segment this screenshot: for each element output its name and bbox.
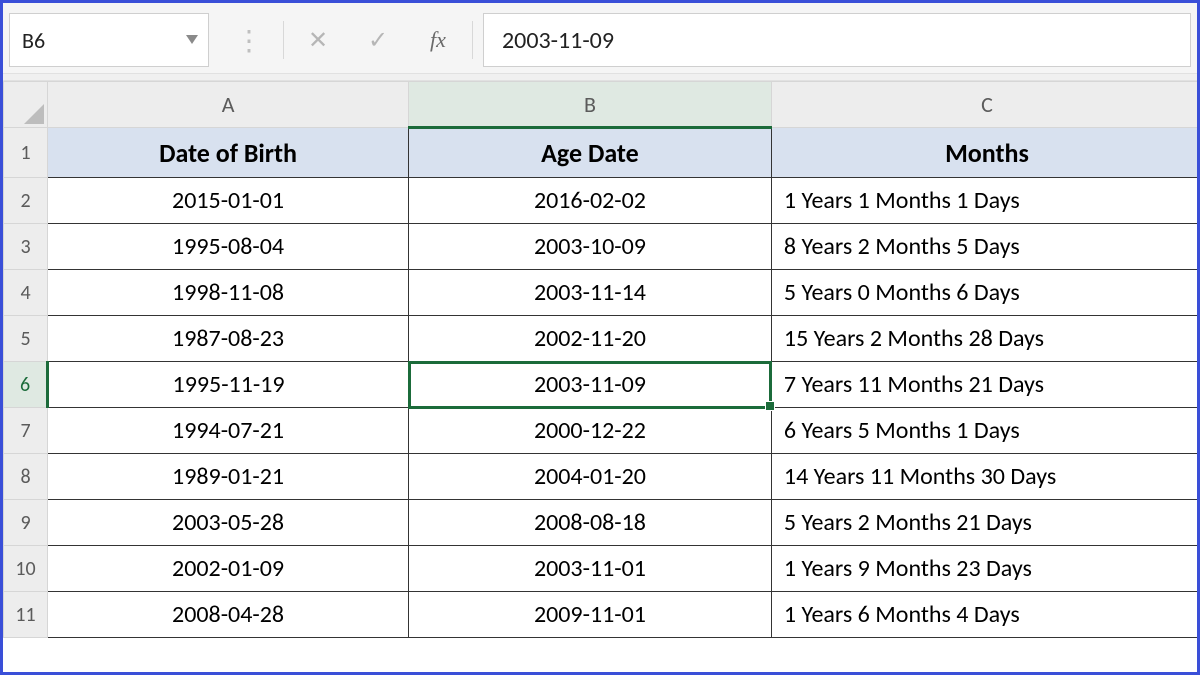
cell-A11[interactable]: 2008-04-28 xyxy=(48,592,409,638)
cell-B5[interactable]: 2002-11-20 xyxy=(409,316,772,362)
formula-bar-buttons: ⋮ ✕ ✓ fx xyxy=(219,13,477,67)
cell-B2[interactable]: 2016-02-02 xyxy=(409,178,772,224)
cell-A6[interactable]: 1995-11-19 xyxy=(48,362,409,408)
cell-A3[interactable]: 1995-08-04 xyxy=(48,224,409,270)
cell-B6[interactable]: 2003-11-09 xyxy=(409,362,772,408)
formula-input-value: 2003-11-09 xyxy=(502,26,614,55)
app-window: B6 ⋮ ✕ ✓ fx 2003-11-09 xyxy=(0,0,1200,675)
cell-C4[interactable]: 5 Years 0 Months 6 Days xyxy=(771,270,1197,316)
cell-C3[interactable]: 8 Years 2 Months 5 Days xyxy=(771,224,1197,270)
chevron-down-icon[interactable] xyxy=(186,35,198,45)
cell-C9[interactable]: 5 Years 2 Months 21 Days xyxy=(771,500,1197,546)
name-box-value: B6 xyxy=(22,27,45,54)
grid: A B C 1 Date of Birth Age Date Months 2 … xyxy=(3,81,1197,638)
cell-C10[interactable]: 1 Years 9 Months 23 Days xyxy=(771,546,1197,592)
cell-A7[interactable]: 1994-07-21 xyxy=(48,408,409,454)
col-header-C[interactable]: C xyxy=(771,82,1197,128)
cell-A4[interactable]: 1998-11-08 xyxy=(48,270,409,316)
cell-B11[interactable]: 2009-11-01 xyxy=(409,592,772,638)
divider xyxy=(3,73,1197,81)
cell-C7[interactable]: 6 Years 5 Months 1 Days xyxy=(771,408,1197,454)
header-cell-C1[interactable]: Months xyxy=(771,128,1197,178)
cell-A9[interactable]: 2003-05-28 xyxy=(48,500,409,546)
row-header-6[interactable]: 6 xyxy=(4,362,48,408)
name-box[interactable]: B6 xyxy=(9,13,209,67)
row-header-7[interactable]: 7 xyxy=(4,408,48,454)
col-header-A[interactable]: A xyxy=(48,82,409,128)
cell-A5[interactable]: 1987-08-23 xyxy=(48,316,409,362)
worksheet[interactable]: A B C 1 Date of Birth Age Date Months 2 … xyxy=(3,81,1197,672)
cell-C11[interactable]: 1 Years 6 Months 4 Days xyxy=(771,592,1197,638)
cell-B10[interactable]: 2003-11-01 xyxy=(409,546,772,592)
table-row: 3 1995-08-04 2003-10-09 8 Years 2 Months… xyxy=(4,224,1198,270)
row-header-2[interactable]: 2 xyxy=(4,178,48,224)
cancel-icon[interactable]: ✕ xyxy=(288,13,348,67)
cell-B8[interactable]: 2004-01-20 xyxy=(409,454,772,500)
col-header-B[interactable]: B xyxy=(409,82,772,128)
row-header-11[interactable]: 11 xyxy=(4,592,48,638)
row-header-8[interactable]: 8 xyxy=(4,454,48,500)
table-row: 1 Date of Birth Age Date Months xyxy=(4,128,1198,178)
more-icon[interactable]: ⋮ xyxy=(219,13,279,67)
formula-bar: B6 ⋮ ✕ ✓ fx 2003-11-09 xyxy=(9,13,1191,67)
table-row: 5 1987-08-23 2002-11-20 15 Years 2 Month… xyxy=(4,316,1198,362)
table-row: 6 1995-11-19 2003-11-09 7 Years 11 Month… xyxy=(4,362,1198,408)
cell-B4[interactable]: 2003-11-14 xyxy=(409,270,772,316)
row-header-9[interactable]: 9 xyxy=(4,500,48,546)
cell-A10[interactable]: 2002-01-09 xyxy=(48,546,409,592)
cell-A8[interactable]: 1989-01-21 xyxy=(48,454,409,500)
table-row: 4 1998-11-08 2003-11-14 5 Years 0 Months… xyxy=(4,270,1198,316)
table-row: 11 2008-04-28 2009-11-01 1 Years 6 Month… xyxy=(4,592,1198,638)
divider xyxy=(283,21,284,59)
row-header-4[interactable]: 4 xyxy=(4,270,48,316)
formula-input[interactable]: 2003-11-09 xyxy=(483,13,1191,67)
table-row: 8 1989-01-21 2004-01-20 14 Years 11 Mont… xyxy=(4,454,1198,500)
table-row: 9 2003-05-28 2008-08-18 5 Years 2 Months… xyxy=(4,500,1198,546)
row-header-10[interactable]: 10 xyxy=(4,546,48,592)
formula-bar-area: B6 ⋮ ✕ ✓ fx 2003-11-09 xyxy=(3,3,1197,73)
table-row: 7 1994-07-21 2000-12-22 6 Years 5 Months… xyxy=(4,408,1198,454)
fx-button[interactable]: fx xyxy=(408,13,468,67)
cell-C8[interactable]: 14 Years 11 Months 30 Days xyxy=(771,454,1197,500)
table-row: 10 2002-01-09 2003-11-01 1 Years 9 Month… xyxy=(4,546,1198,592)
column-headers: A B C xyxy=(4,82,1198,128)
row-header-5[interactable]: 5 xyxy=(4,316,48,362)
row-header-3[interactable]: 3 xyxy=(4,224,48,270)
select-all-corner[interactable] xyxy=(4,82,48,128)
cell-C5[interactable]: 15 Years 2 Months 28 Days xyxy=(771,316,1197,362)
table-row: 2 2015-01-01 2016-02-02 1 Years 1 Months… xyxy=(4,178,1198,224)
divider xyxy=(472,21,473,59)
cell-B9[interactable]: 2008-08-18 xyxy=(409,500,772,546)
cell-B7[interactable]: 2000-12-22 xyxy=(409,408,772,454)
header-cell-B1[interactable]: Age Date xyxy=(409,128,772,178)
cell-C2[interactable]: 1 Years 1 Months 1 Days xyxy=(771,178,1197,224)
header-cell-A1[interactable]: Date of Birth xyxy=(48,128,409,178)
row-header-1[interactable]: 1 xyxy=(4,128,48,178)
cell-A2[interactable]: 2015-01-01 xyxy=(48,178,409,224)
cell-B3[interactable]: 2003-10-09 xyxy=(409,224,772,270)
cell-C6[interactable]: 7 Years 11 Months 21 Days xyxy=(771,362,1197,408)
confirm-icon[interactable]: ✓ xyxy=(348,13,408,67)
